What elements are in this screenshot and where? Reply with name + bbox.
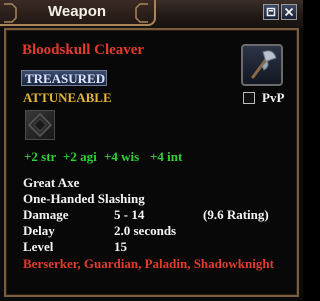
item-name: Bloodskull Cleaver	[22, 42, 145, 58]
stat-wis: +4 wis	[104, 149, 140, 164]
attuneable-label: ATTUNEABLE	[23, 90, 112, 105]
delay-value: 2.0 seconds	[114, 223, 177, 238]
damage-value: 5 - 14	[114, 207, 145, 222]
close-icon	[284, 7, 294, 17]
title-bar[interactable]: Weapon	[0, 0, 303, 28]
restore-button[interactable]	[263, 4, 279, 20]
class-list: Berserker, Guardian, Paladin, Shadowknig…	[23, 256, 274, 271]
stat-str: +2 str	[24, 149, 57, 164]
item-examine-window: Weapon Bloodskull Cleaver TREASURED ATTU…	[0, 0, 303, 301]
delay-label: Delay	[23, 223, 55, 238]
restore-icon	[266, 7, 276, 17]
level-value: 15	[114, 239, 127, 254]
augment-slot[interactable]	[25, 110, 55, 140]
title-ornament-right-icon	[135, 3, 148, 23]
item-icon[interactable]	[241, 44, 283, 86]
treasured-badge: TREASURED	[21, 70, 107, 86]
stat-agi: +2 agi	[63, 149, 97, 164]
axe-icon	[251, 50, 277, 79]
damage-rating: (9.6 Rating)	[203, 207, 269, 222]
weapon-type: Great Axe	[23, 175, 80, 190]
title-tab: Weapon	[0, 0, 156, 26]
stat-int: +4 int	[150, 149, 183, 164]
close-button[interactable]	[281, 4, 297, 20]
pvp-label: PvP	[262, 90, 285, 105]
pvp-checkbox[interactable]	[243, 92, 255, 104]
damage-label: Damage	[23, 207, 69, 222]
treasured-label: TREASURED	[24, 71, 106, 86]
augment-slot-icon	[27, 112, 53, 138]
level-label: Level	[23, 239, 54, 254]
damage-type: One-Handed Slashing	[23, 191, 145, 206]
